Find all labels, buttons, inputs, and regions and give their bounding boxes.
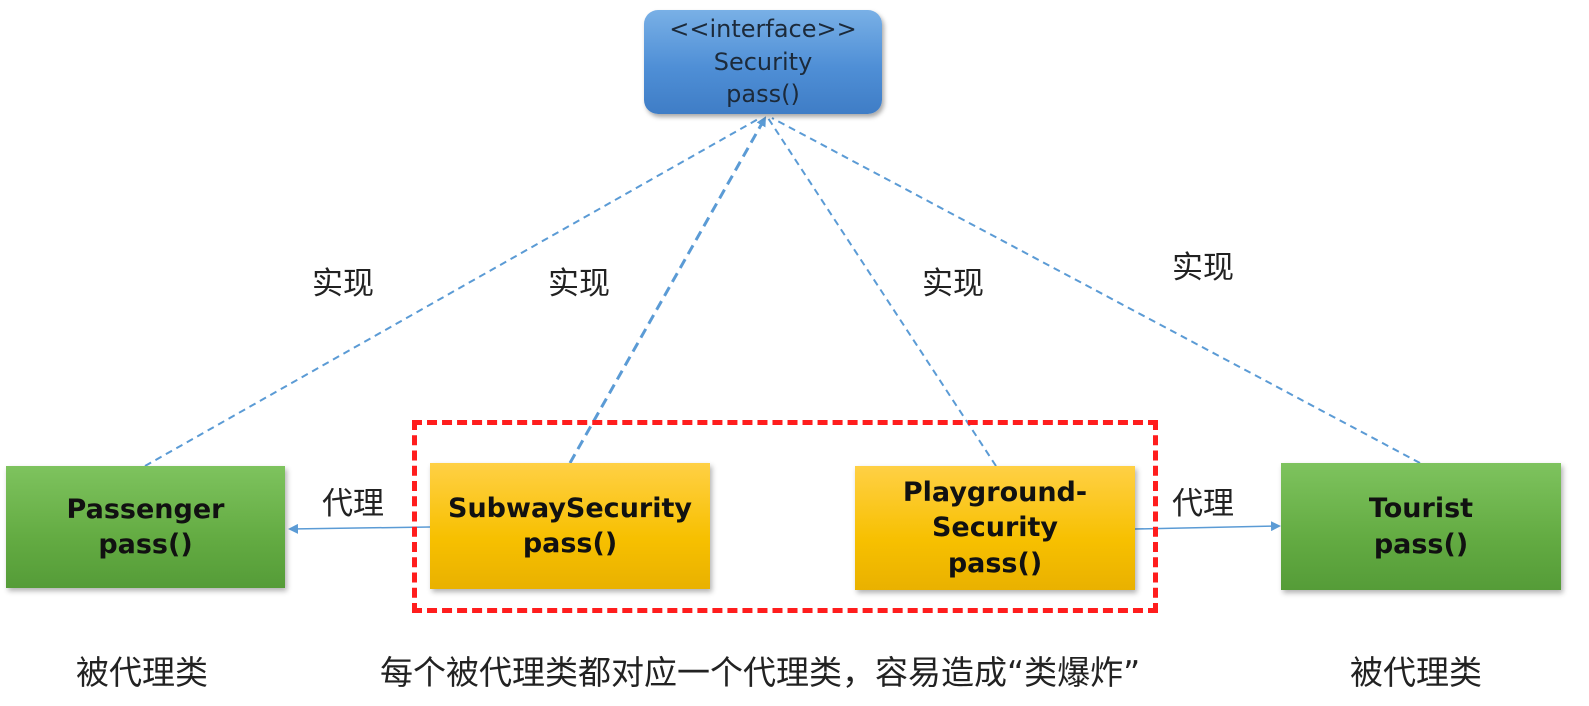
security-interface-box[interactable]: <<interface>> Security pass() — [644, 10, 882, 114]
playground-name-line1: Playground- — [902, 477, 1088, 509]
implements-label-4: 实现 — [1172, 250, 1234, 286]
interface-method: pass() — [726, 80, 800, 109]
tourist-method: pass() — [1373, 528, 1469, 560]
tourist-name: Tourist — [1368, 493, 1474, 525]
implements-label-3: 实现 — [922, 266, 984, 302]
playground-security-class-box[interactable]: Playground- Security pass() — [855, 466, 1135, 590]
playground-method: pass() — [947, 547, 1043, 579]
passenger-class-box[interactable]: Passenger pass() — [6, 466, 285, 588]
proxy-arrow-left — [288, 523, 431, 534]
playground-name-line2: Security — [931, 512, 1059, 544]
implements-line-tourist — [771, 117, 1421, 464]
caption-right: 被代理类 — [1350, 653, 1482, 692]
subway-method: pass() — [522, 528, 618, 559]
interface-stereotype: <<interface>> — [669, 15, 857, 44]
proxy-label-left: 代理 — [322, 486, 384, 522]
implements-label-1: 实现 — [312, 266, 374, 302]
tourist-class-box[interactable]: Tourist pass() — [1281, 463, 1561, 590]
caption-center: 每个被代理类都对应一个代理类，容易造成“类爆炸” — [380, 653, 1141, 692]
proxy-label-right: 代理 — [1172, 486, 1234, 522]
caption-left: 被代理类 — [76, 653, 208, 692]
subway-name: SubwaySecurity — [448, 492, 692, 524]
subway-security-class-box[interactable]: SubwaySecurity pass() — [430, 463, 710, 589]
implements-label-2: 实现 — [548, 266, 610, 302]
passenger-name: Passenger — [66, 493, 225, 525]
interface-name: Security — [713, 47, 813, 76]
passenger-method: pass() — [98, 529, 193, 560]
